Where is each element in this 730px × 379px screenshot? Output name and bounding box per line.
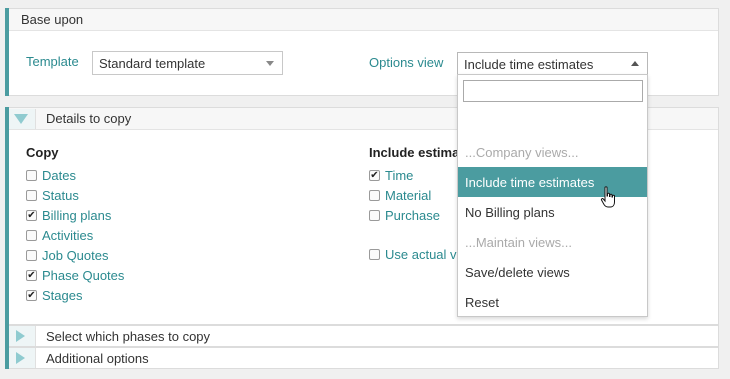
copy-checkbox[interactable] xyxy=(26,249,37,261)
section-phases-label: Select which phases to copy xyxy=(46,328,211,344)
triangle-down-icon xyxy=(13,113,28,124)
template-label: Template xyxy=(26,54,79,69)
estimate-label: Purchase xyxy=(385,207,440,223)
use-actual-checkbox[interactable] xyxy=(369,248,380,260)
collapse-toggle[interactable] xyxy=(6,108,36,129)
dropdown-option[interactable]: Include time estimates xyxy=(458,167,647,197)
estimate-label: Material xyxy=(385,187,432,203)
copy-checkbox[interactable] xyxy=(26,229,37,241)
copy-heading: Copy xyxy=(26,145,59,160)
details-title: Details to copy xyxy=(46,111,132,126)
options-view-label: Options view xyxy=(369,55,444,70)
dropdown-option[interactable]: Reset xyxy=(458,287,647,317)
dropdown-group-label: ...Maintain views... xyxy=(465,234,572,250)
chevron-down-icon xyxy=(266,61,274,66)
panel-accent-bar xyxy=(5,107,9,325)
template-select[interactable]: Standard template xyxy=(92,51,283,75)
use-actual-checkbox-item[interactable]: Use actual v xyxy=(369,245,457,263)
copy-label: Stages xyxy=(42,287,83,303)
copy-checkbox[interactable] xyxy=(26,189,37,201)
copy-label: Activities xyxy=(42,227,94,243)
expand-toggle[interactable] xyxy=(6,348,36,368)
copy-label: Phase Quotes xyxy=(42,267,125,283)
triangle-right-icon xyxy=(16,352,25,364)
panel-accent-bar xyxy=(5,325,9,347)
copy-label: Dates xyxy=(42,167,76,183)
estimate-checkbox-item[interactable]: Material xyxy=(369,186,431,204)
options-view-dropdown: ...Company views... Include time estimate… xyxy=(457,74,648,317)
estimate-checkbox-item[interactable]: ✔ Time xyxy=(369,166,413,184)
options-view-select[interactable]: Include time estimates xyxy=(457,52,648,76)
section-additional-label: Additional options xyxy=(46,350,149,366)
dropdown-group-label: ...Company views... xyxy=(465,144,579,160)
copy-checkbox-item[interactable]: Activities xyxy=(26,226,93,244)
base-upon-title: Base upon xyxy=(21,12,84,27)
copy-checkbox-item[interactable]: Dates xyxy=(26,166,76,184)
panel-accent-bar xyxy=(5,8,9,96)
copy-label: Billing plans xyxy=(42,207,112,223)
dropdown-search-input[interactable] xyxy=(463,80,643,102)
estimate-checkbox[interactable]: ✔ xyxy=(369,169,380,181)
copy-checkbox[interactable] xyxy=(26,169,37,181)
section-additional-row[interactable]: Additional options xyxy=(5,347,719,369)
template-select-value: Standard template xyxy=(99,56,206,71)
estimate-checkbox[interactable] xyxy=(369,209,380,221)
base-upon-header: Base upon xyxy=(6,9,718,31)
section-phases-row[interactable]: Select which phases to copy xyxy=(5,325,719,347)
copy-checkbox-item[interactable]: ✔ Billing plans xyxy=(26,206,111,224)
copy-checkbox-item[interactable]: ✔ Phase Quotes xyxy=(26,266,124,284)
copy-checkbox[interactable]: ✔ xyxy=(26,209,37,221)
triangle-right-icon xyxy=(16,330,25,342)
options-view-select-value: Include time estimates xyxy=(464,57,594,72)
copy-label: Status xyxy=(42,187,79,203)
panel-accent-bar xyxy=(5,347,9,369)
copy-label: Job Quotes xyxy=(42,247,109,263)
estimate-checkbox[interactable] xyxy=(369,189,380,201)
copy-checkbox-item[interactable]: ✔ Stages xyxy=(26,286,82,304)
dropdown-option[interactable]: Save/delete views xyxy=(458,257,647,287)
estimate-label: Time xyxy=(385,167,414,183)
copy-checkbox-item[interactable]: Job Quotes xyxy=(26,246,109,264)
estimate-checkbox-item[interactable]: Purchase xyxy=(369,206,440,224)
copy-checkbox[interactable]: ✔ xyxy=(26,269,37,281)
estimates-heading: Include estima xyxy=(369,145,460,160)
chevron-up-icon xyxy=(631,61,639,66)
dropdown-option[interactable]: No Billing plans xyxy=(458,197,647,227)
copy-checkbox[interactable]: ✔ xyxy=(26,289,37,301)
use-actual-label: Use actual v xyxy=(385,246,457,262)
hand-pointer-icon xyxy=(600,186,615,208)
copy-checkbox-item[interactable]: Status xyxy=(26,186,79,204)
expand-toggle[interactable] xyxy=(6,326,36,346)
